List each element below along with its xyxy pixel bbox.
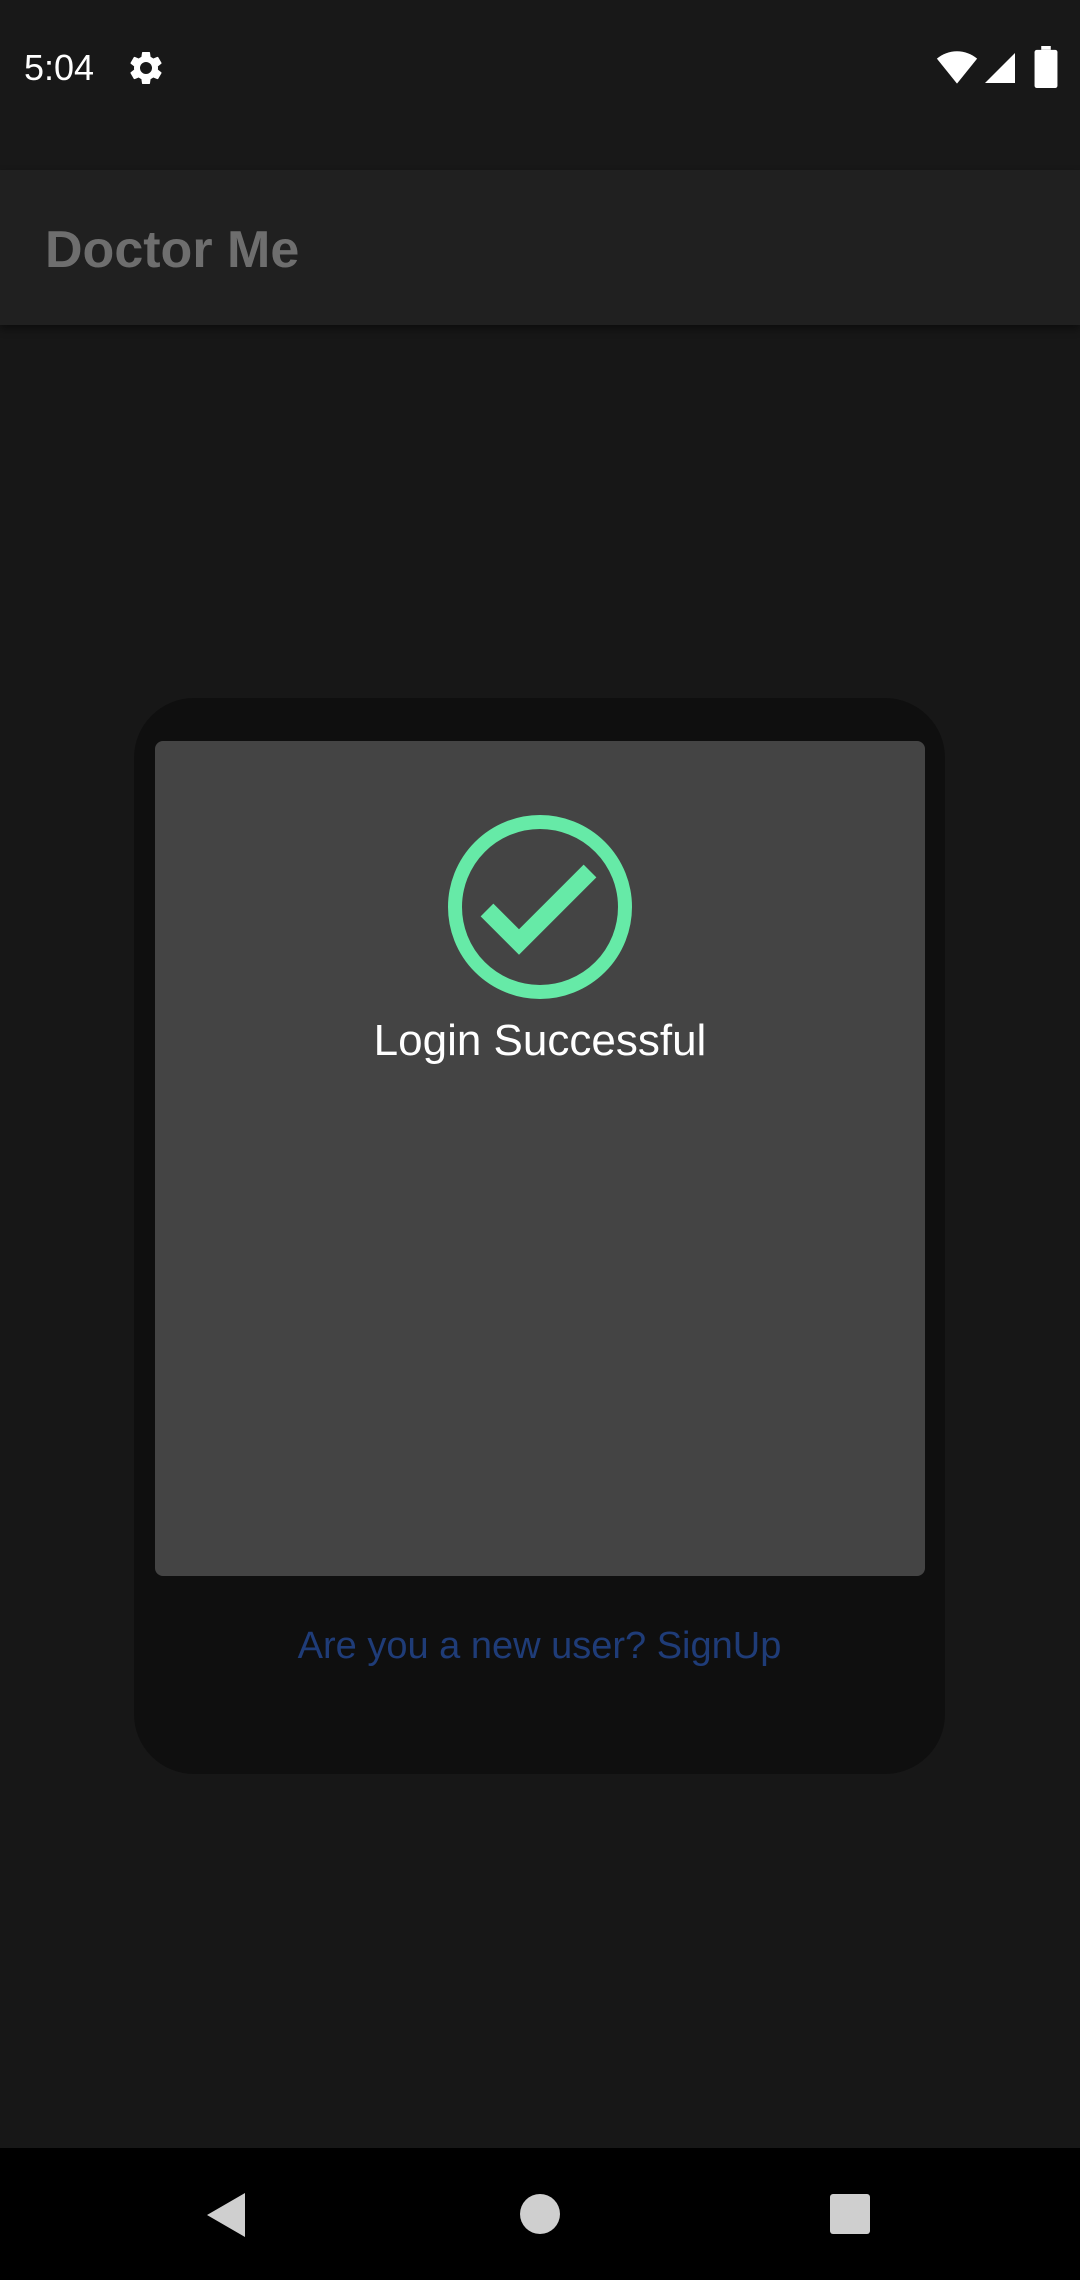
navigation-bar <box>0 2148 1080 2280</box>
screen: 5:04 Doctor Me Are you a new user? SignU… <box>0 0 1080 2280</box>
battery-icon <box>1034 46 1058 88</box>
signal-icon <box>985 53 1015 83</box>
home-icon[interactable] <box>518 2192 562 2236</box>
status-bar: 5:04 <box>0 0 1080 170</box>
wifi-icon <box>936 51 978 84</box>
success-dialog: Login Successful <box>155 741 925 1576</box>
back-icon[interactable] <box>203 2190 249 2240</box>
app-title: Doctor Me <box>45 221 300 279</box>
recents-icon[interactable] <box>829 2193 871 2235</box>
app-bar: Doctor Me <box>0 170 1080 325</box>
signup-link[interactable]: Are you a new user? SignUp <box>134 1622 945 1670</box>
status-time: 5:04 <box>24 47 95 88</box>
check-circle-icon <box>448 815 632 999</box>
dialog-message: Login Successful <box>373 1016 707 1065</box>
gear-icon <box>130 51 162 84</box>
